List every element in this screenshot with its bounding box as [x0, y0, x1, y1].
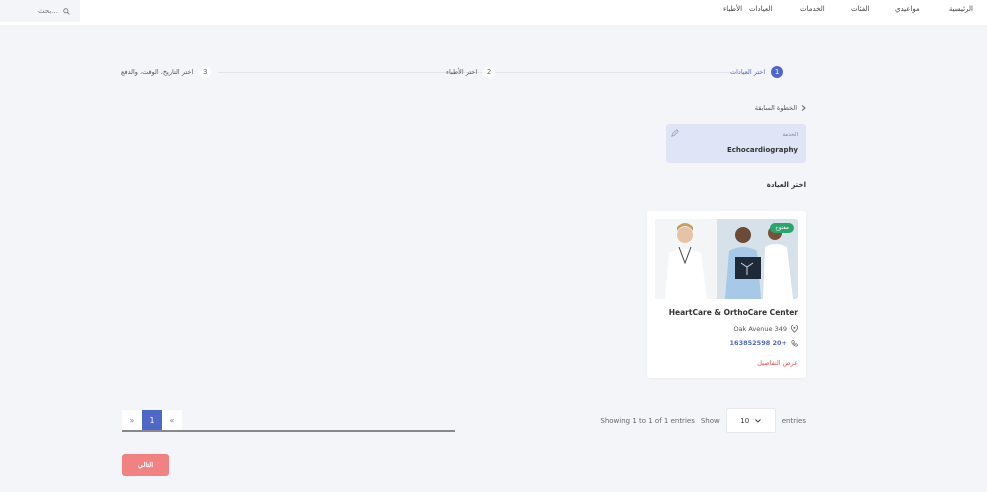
section-title: اختر العيادة: [766, 181, 806, 189]
nav-appointments[interactable]: مواعيدي: [895, 5, 920, 13]
selected-service-card: الخدمة Echocardiography: [666, 124, 806, 163]
scrollbar[interactable]: [122, 430, 455, 432]
entries-suffix: entries: [781, 416, 806, 425]
nav-doctors[interactable]: الأطباء: [723, 5, 742, 13]
entries-control: Showing 1 to 1 of 1 entries Show 10 entr…: [600, 408, 806, 433]
clinic-name: HeartCare & OrthoCare Center: [668, 308, 798, 317]
service-label: الخدمة: [782, 132, 798, 138]
edit-icon[interactable]: [671, 129, 679, 137]
top-navbar: بحث... الأطباء العيادات الخدمات الفئات م…: [0, 0, 987, 25]
step-1: اختر العيادات 1: [730, 66, 784, 78]
phone-icon: [791, 339, 798, 346]
nav-clinics[interactable]: العيادات: [749, 5, 772, 13]
next-button[interactable]: التالي: [122, 454, 169, 476]
clinic-address: Oak Avenue 349: [733, 325, 798, 333]
show-label: Show: [700, 416, 720, 425]
nav-services[interactable]: الخدمات: [800, 5, 825, 13]
location-pin-icon: [791, 325, 798, 333]
step-2: اختر الأطباء 2: [446, 66, 496, 78]
back-link[interactable]: الخطوة السابقة: [755, 104, 806, 112]
step-3: اختر التاريخ، الوقت، والدفع 3: [121, 66, 212, 78]
service-value: Echocardiography: [726, 146, 798, 154]
entries-value: 10: [740, 416, 750, 425]
search-icon: [63, 7, 70, 15]
address-text: Oak Avenue 349: [733, 325, 787, 333]
nav-categories[interactable]: الفئات: [851, 5, 869, 13]
pagination: » 1 «: [122, 410, 182, 430]
showing-text: Showing 1 to 1 of 1 entries: [600, 416, 695, 425]
pagination-prev[interactable]: »: [122, 410, 142, 430]
step-label: اختر العيادات: [730, 68, 766, 76]
pagination-page-1[interactable]: 1: [142, 410, 162, 430]
step-number: 3: [199, 66, 212, 78]
search-box[interactable]: بحث...: [0, 0, 80, 22]
step-number: 1: [771, 66, 784, 78]
phone-text: 163852598 20+: [729, 339, 787, 347]
step-number: 2: [483, 66, 496, 78]
open-status-badge: مفتوح: [770, 223, 794, 233]
step-label: اختر التاريخ، الوقت، والدفع: [121, 68, 194, 76]
view-details-link[interactable]: عرض التفاصيل: [757, 359, 798, 367]
pagination-next[interactable]: «: [162, 410, 182, 430]
chevron-down-icon: [755, 418, 762, 423]
step-label: اختر الأطباء: [446, 68, 478, 76]
search-placeholder[interactable]: بحث...: [38, 7, 58, 15]
entries-select[interactable]: 10: [725, 408, 776, 433]
clinic-photo: مفتوح: [655, 219, 798, 299]
clinic-card[interactable]: مفتوح HeartCare & OrthoCare Center Oak A…: [647, 211, 806, 378]
clinic-phone[interactable]: 163852598 20+: [730, 339, 798, 347]
back-label: الخطوة السابقة: [754, 104, 797, 112]
chevron-right-icon: [801, 105, 806, 111]
nav-home[interactable]: الرئيسية: [949, 5, 973, 13]
